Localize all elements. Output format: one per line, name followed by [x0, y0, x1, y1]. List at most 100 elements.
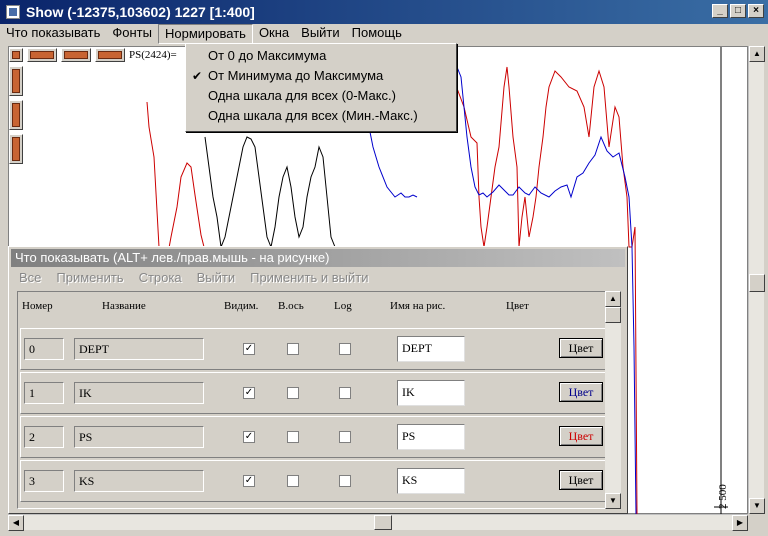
fit-horizontal-button[interactable] [95, 48, 125, 62]
header-vaxis: В.ось [278, 300, 304, 312]
visible-checkbox[interactable]: ✓ [243, 343, 255, 355]
row-number: 2 [24, 426, 64, 448]
checkmark-icon: ✓ [244, 475, 254, 486]
shrink-vertical-button[interactable] [9, 100, 23, 130]
dialog-menu-all[interactable]: Все [11, 269, 48, 287]
fit-vertical-button[interactable] [9, 134, 23, 164]
log-checkbox[interactable] [339, 475, 351, 487]
window-title: Show (-12375,103602) 1227 [1:400] [26, 4, 255, 20]
menu-windows[interactable]: Окна [253, 24, 295, 44]
row-name: KS [74, 470, 204, 492]
header-visible: Видим. [224, 300, 259, 312]
scroll-left-icon[interactable]: ◀ [8, 515, 24, 531]
dialog-title: Что показывать (ALT+ лев./прав.мышь - на… [11, 249, 625, 267]
color-button[interactable]: Цвет [559, 426, 603, 446]
zoom-both-button[interactable] [9, 48, 23, 62]
row-name: PS [74, 426, 204, 448]
horizontal-scroll-thumb[interactable] [374, 515, 392, 530]
option-zero-to-max[interactable]: От 0 до Максимума [186, 46, 456, 66]
color-button[interactable]: Цвет [559, 338, 603, 358]
maximize-button[interactable]: □ [730, 4, 746, 18]
normalize-dropdown: От 0 до Максимума ✔ От Минимума до Максим… [185, 43, 457, 132]
menu-help[interactable]: Помощь [346, 24, 408, 44]
color-button[interactable]: Цвет [559, 382, 603, 402]
vaxis-checkbox[interactable] [287, 431, 299, 443]
option-one-scale-zero-max[interactable]: Одна шкала для всех (0-Макс.) [186, 86, 456, 106]
checkmark-icon: ✓ [244, 343, 254, 354]
picname-input[interactable]: IK [397, 380, 465, 406]
dialog-menu-exit[interactable]: Выйти [189, 269, 243, 287]
shrink-horizontal-button[interactable] [61, 48, 91, 62]
header-picname: Имя на рис. [390, 300, 446, 312]
option-one-scale-min-max[interactable]: Одна шкала для всех (Мин.-Макс.) [186, 106, 456, 126]
arrows-horizontal-icon [30, 51, 54, 59]
row-name: IK [74, 382, 204, 404]
log-checkbox[interactable] [339, 387, 351, 399]
table-row: 3 KS ✓ KS Цвет [20, 460, 610, 502]
color-button[interactable]: Цвет [559, 470, 603, 490]
close-button[interactable]: × [748, 4, 764, 18]
row-number: 0 [24, 338, 64, 360]
ps-readout: PS(2424)= [129, 49, 177, 61]
row-number: 3 [24, 470, 64, 492]
expand-horizontal-button[interactable] [27, 48, 57, 62]
arrows-vertical-icon [12, 69, 20, 93]
visible-checkbox[interactable]: ✓ [243, 431, 255, 443]
shrink-horizontal-icon [64, 51, 88, 59]
table-row: 2 PS ✓ PS Цвет [20, 416, 610, 458]
header-log: Log [334, 300, 352, 312]
zoom-both-icon [12, 51, 20, 59]
grid-scroll-down-icon[interactable]: ▼ [605, 493, 621, 509]
row-name: DEPT [74, 338, 204, 360]
what-to-show-dialog: Что показывать (ALT+ лев./прав.мышь - на… [8, 246, 628, 514]
axis-label: 2 500 [717, 484, 729, 509]
menu-fonts[interactable]: Фонты [106, 24, 158, 44]
picname-input[interactable]: DEPT [397, 336, 465, 362]
scroll-down-icon[interactable]: ▼ [749, 498, 765, 514]
menu-what-to-show[interactable]: Что показывать [0, 24, 106, 44]
menu-bar: Что показывать Фонты Нормировать Окна Вы… [0, 24, 768, 44]
vaxis-checkbox[interactable] [287, 387, 299, 399]
picname-input[interactable]: KS [397, 468, 465, 494]
dialog-menu-apply[interactable]: Применить [48, 269, 130, 287]
expand-vertical-button[interactable] [9, 66, 23, 96]
menu-exit[interactable]: Выйти [295, 24, 346, 44]
title-bar: Show (-12375,103602) 1227 [1:400] _ □ × [0, 0, 768, 24]
grid-scroll-up-icon[interactable]: ▲ [605, 291, 621, 307]
app-icon [6, 5, 20, 19]
shrink-vertical-icon [12, 103, 20, 127]
vertical-scroll-thumb[interactable] [749, 274, 765, 292]
visible-checkbox[interactable]: ✓ [243, 475, 255, 487]
curve-ks [204, 136, 336, 249]
checkmark-icon: ✓ [244, 387, 254, 398]
main-vertical-scrollbar[interactable]: ▲ ▼ [748, 46, 765, 514]
vaxis-checkbox[interactable] [287, 343, 299, 355]
vaxis-checkbox[interactable] [287, 475, 299, 487]
fit-vertical-icon [12, 137, 20, 161]
minimize-button[interactable]: _ [712, 4, 728, 18]
picname-input[interactable]: PS [397, 424, 465, 450]
check-icon: ✔ [192, 69, 203, 83]
menu-normalize[interactable]: Нормировать [157, 24, 253, 44]
header-color: Цвет [506, 300, 529, 312]
header-number: Номер [22, 300, 53, 312]
dialog-menu-row[interactable]: Строка [131, 269, 189, 287]
dialog-menu-apply-exit[interactable]: Применить и выйти [242, 269, 375, 287]
table-row: 1 IK ✓ IK Цвет [20, 372, 610, 414]
row-number: 1 [24, 382, 64, 404]
main-horizontal-scrollbar[interactable]: ◀ ▶ [8, 514, 748, 531]
curve-grid: Номер Название Видим. В.ось Log Имя на р… [17, 291, 613, 509]
grid-scroll-thumb[interactable] [605, 307, 621, 323]
dialog-menu: Все Применить Строка Выйти Применить и в… [11, 269, 375, 287]
header-name: Название [102, 300, 146, 312]
fit-horizontal-icon [98, 51, 122, 59]
scroll-right-icon[interactable]: ▶ [732, 515, 748, 531]
scroll-up-icon[interactable]: ▲ [749, 46, 765, 62]
checkmark-icon: ✓ [244, 431, 254, 442]
log-checkbox[interactable] [339, 431, 351, 443]
log-checkbox[interactable] [339, 343, 351, 355]
grid-vertical-scrollbar[interactable]: ▲ ▼ [605, 291, 621, 509]
table-row: 0 DEPT ✓ DEPT Цвет [20, 328, 610, 370]
option-min-to-max[interactable]: ✔ От Минимума до Максимума [186, 66, 456, 86]
visible-checkbox[interactable]: ✓ [243, 387, 255, 399]
